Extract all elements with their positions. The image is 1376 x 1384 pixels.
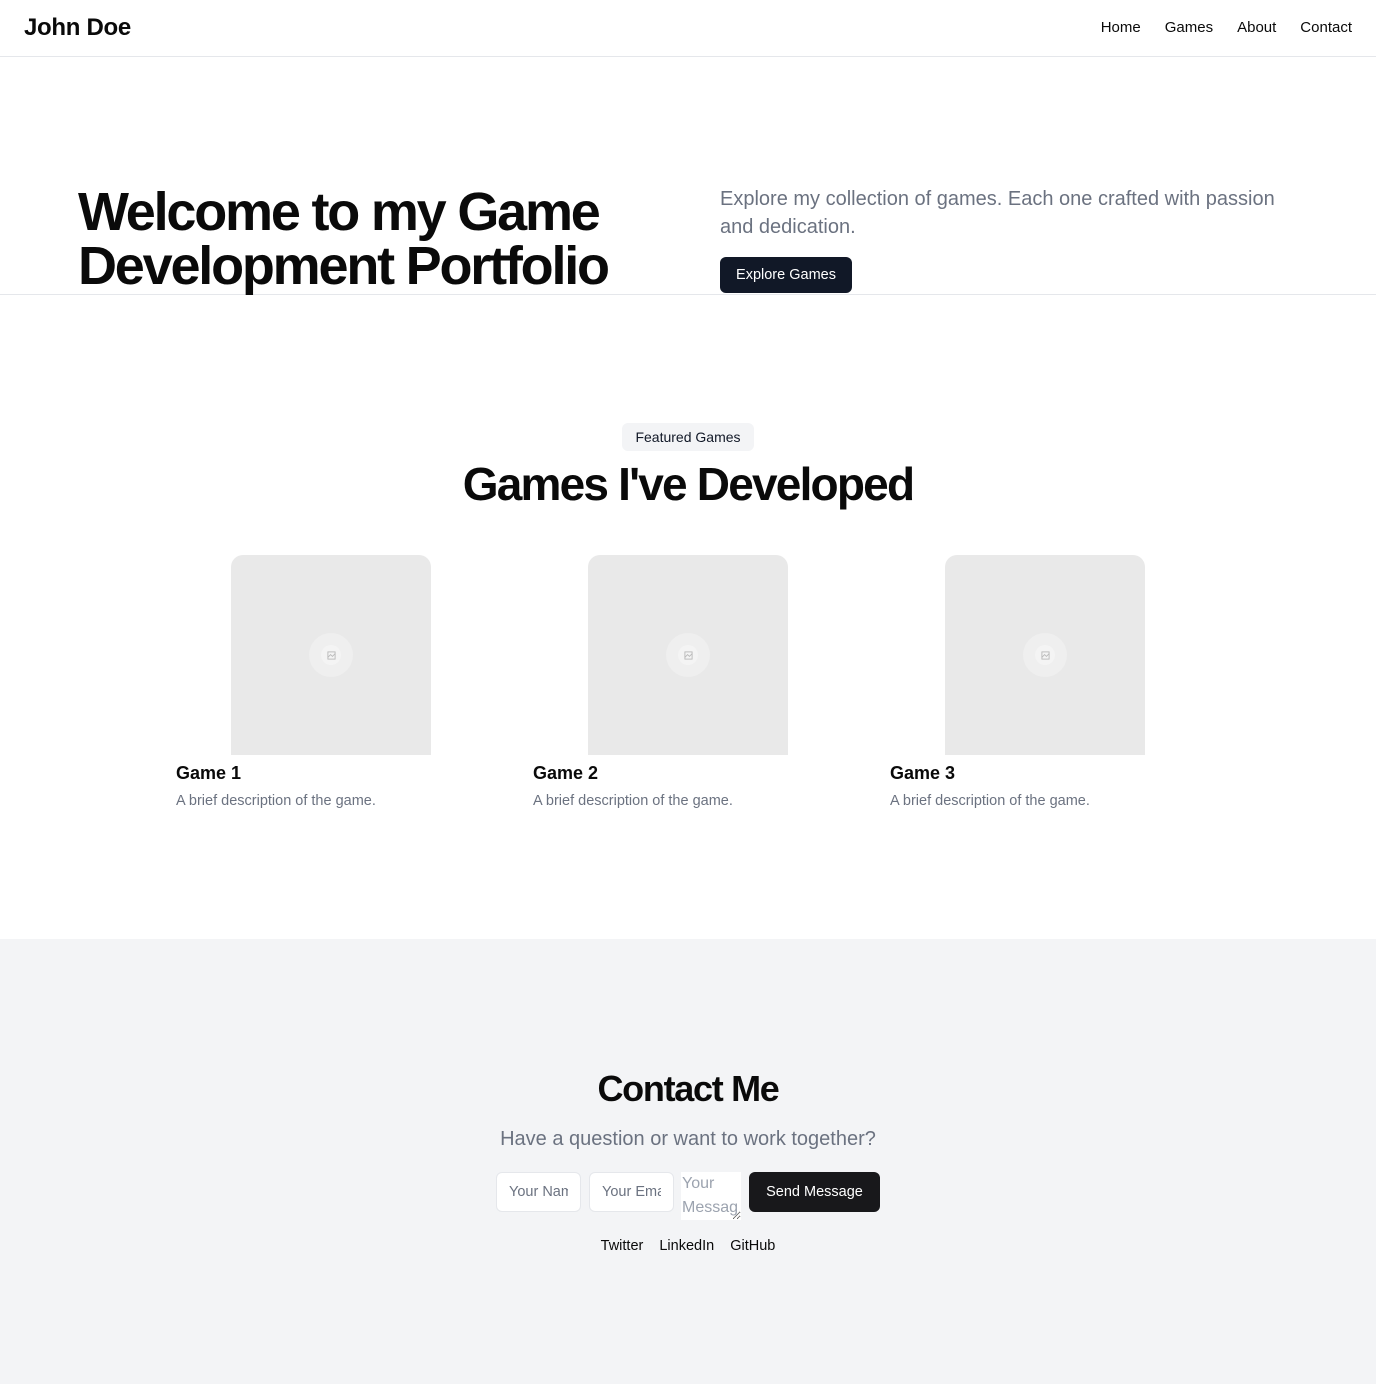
explore-games-button[interactable]: Explore Games [720,257,852,293]
main-nav: Home Games About Contact [1101,18,1352,38]
game-title: Game 3 [890,763,956,783]
brand-logo[interactable]: John Doe [24,14,131,42]
send-message-button[interactable]: Send Message [749,1172,880,1212]
twitter-link[interactable]: Twitter [601,1236,644,1256]
contact-title: Contact Me [597,1068,779,1109]
contact-section: Contact Me Have a question or want to wo… [0,939,1376,1384]
hero-title: Welcome to my Game Development Portfolio [78,182,610,296]
games-section: Featured Games Games I've Developed Game… [0,296,1376,939]
game-description: A brief description of the game. [176,793,376,809]
linkedin-link[interactable]: LinkedIn [659,1236,714,1256]
game-title: Game 2 [533,763,599,783]
game-image [231,555,431,755]
game-description: A brief description of the game. [533,793,733,809]
game-title: Game 1 [176,763,242,783]
game-image [945,555,1145,755]
site-header: John Doe Home Games About Contact [0,0,1376,57]
image-placeholder-icon [1023,633,1067,677]
game-description: A brief description of the game. [890,793,1090,809]
contact-subtitle: Have a question or want to work together… [500,1128,876,1150]
nav-home-link[interactable]: Home [1101,18,1141,38]
social-links: Twitter LinkedIn GitHub [0,1236,1376,1256]
nav-games-link[interactable]: Games [1165,18,1213,38]
games-section-title: Games I've Developed [462,458,915,510]
featured-games-badge: Featured Games [622,423,754,451]
game-image [588,555,788,755]
image-placeholder-icon [666,633,710,677]
message-textarea[interactable] [681,1172,741,1220]
image-placeholder-icon [309,633,353,677]
name-input[interactable] [496,1172,581,1212]
nav-about-link[interactable]: About [1237,18,1276,38]
email-input[interactable] [589,1172,674,1212]
hero-section: Welcome to my Game Development Portfolio… [0,57,1376,295]
hero-subtitle: Explore my collection of games. Each one… [720,188,1275,238]
github-link[interactable]: GitHub [730,1236,775,1256]
nav-contact-link[interactable]: Contact [1300,18,1352,38]
